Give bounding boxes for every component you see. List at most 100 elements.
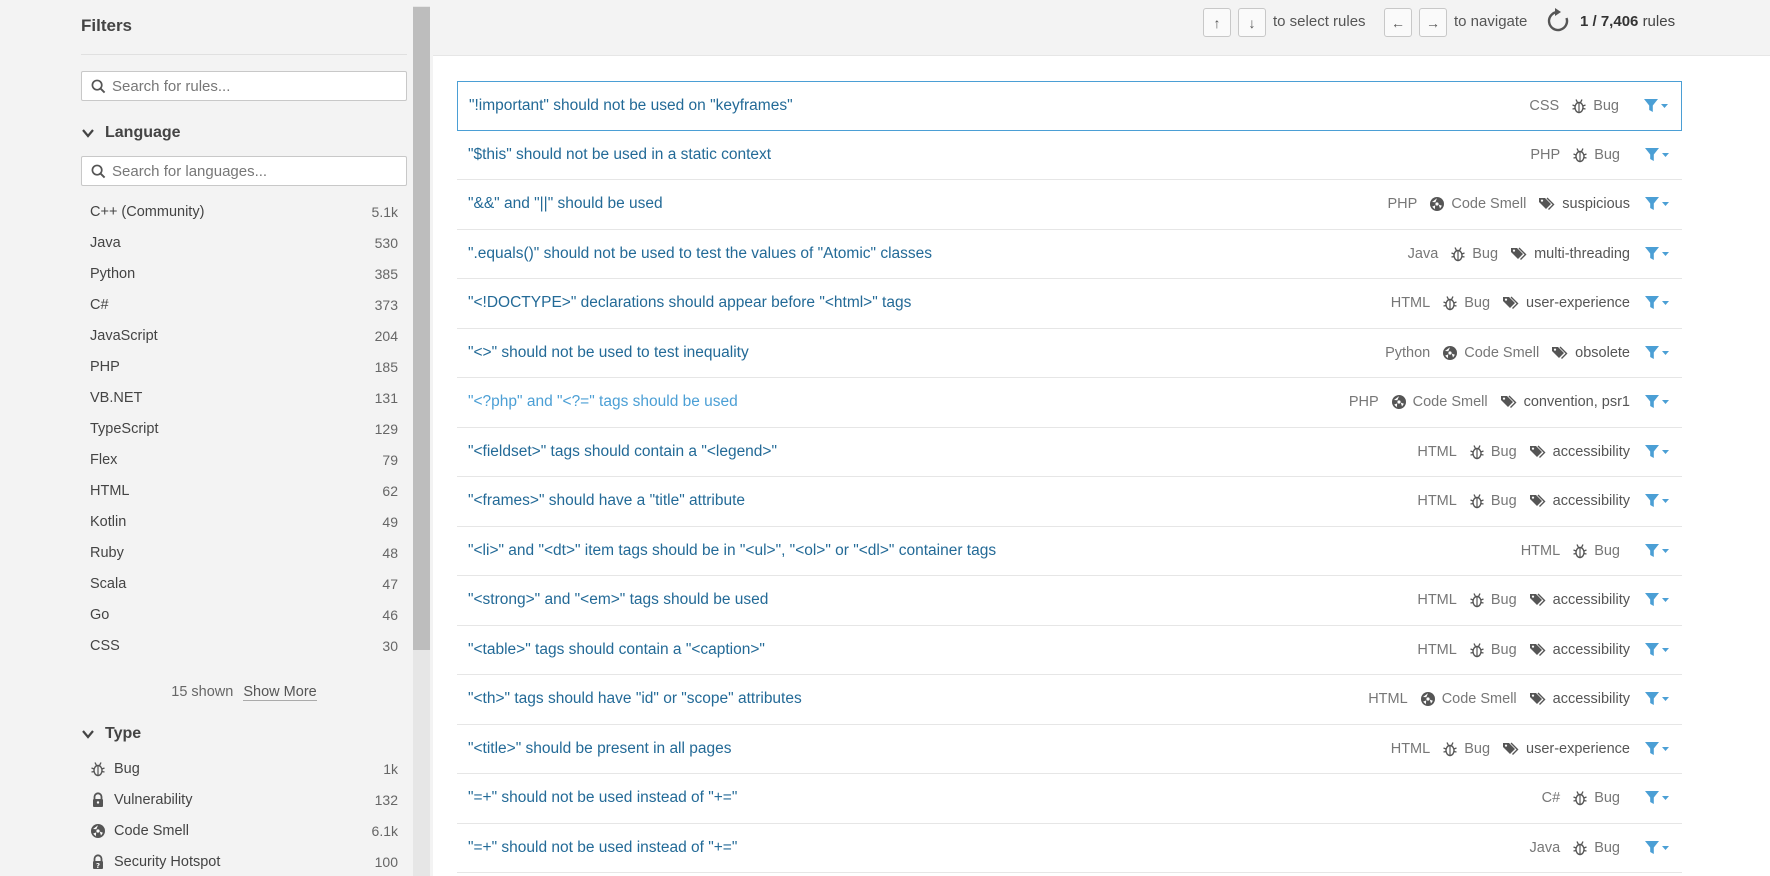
type-facet-item[interactable]: Vulnerability 132: [81, 784, 407, 815]
rule-row[interactable]: "<>" should not be used to test inequali…: [457, 328, 1682, 378]
language-facet-item[interactable]: Ruby 48: [81, 537, 407, 568]
similar-rules-filter-button[interactable]: [1644, 444, 1670, 460]
similar-rules-filter-button[interactable]: [1643, 98, 1669, 114]
rule-title-link[interactable]: "&&" and "||" should be used: [468, 195, 1388, 213]
rule-row[interactable]: "!important" should not be used on "keyf…: [457, 81, 1682, 131]
rule-title-link[interactable]: ".equals()" should not be used to test t…: [468, 245, 1408, 263]
rule-row[interactable]: "$this" should not be used in a static c…: [457, 130, 1682, 180]
facet-item-label-wrap: Vulnerability: [90, 792, 375, 808]
similar-rules-filter-button[interactable]: [1644, 840, 1670, 856]
language-search-input[interactable]: [112, 161, 397, 181]
similar-rules-filter-button[interactable]: [1644, 394, 1670, 410]
language-facet-item[interactable]: C# 373: [81, 289, 407, 320]
rule-tags[interactable]: multi-threading: [1510, 246, 1630, 262]
rule-tags[interactable]: user-experience: [1502, 741, 1630, 757]
rule-row[interactable]: "<table>" tags should contain a "<captio…: [457, 625, 1682, 675]
language-facet-item[interactable]: CSS 30: [81, 630, 407, 661]
right-key-button[interactable]: →: [1419, 8, 1447, 37]
rule-row[interactable]: "=+" should not be used instead of "+=" J…: [457, 823, 1682, 873]
rule-tags[interactable]: user-experience: [1502, 295, 1630, 311]
language-facet-item[interactable]: TypeScript 129: [81, 413, 407, 444]
language-facet-item[interactable]: VB.NET 131: [81, 382, 407, 413]
rule-meta: PHP Code Smell suspicious: [1388, 196, 1670, 212]
rule-title-link[interactable]: "<li>" and "<dt>" item tags should be in…: [468, 542, 1521, 560]
rule-tags[interactable]: suspicious: [1538, 196, 1630, 212]
similar-rules-filter-button[interactable]: [1644, 493, 1670, 509]
rule-title-link[interactable]: "<frames>" should have a "title" attribu…: [468, 492, 1417, 510]
rule-tags[interactable]: accessibility: [1529, 493, 1630, 509]
rule-tags[interactable]: accessibility: [1529, 642, 1630, 658]
rule-title-link[interactable]: "=+" should not be used instead of "+=": [468, 839, 1530, 857]
reload-icon[interactable]: [1545, 7, 1571, 35]
left-key-button[interactable]: ←: [1384, 8, 1412, 37]
rule-row[interactable]: "<fieldset>" tags should contain a "<leg…: [457, 427, 1682, 477]
type-facet-item[interactable]: Bug 1k: [81, 753, 407, 784]
similar-rules-filter-button[interactable]: [1644, 147, 1670, 163]
rule-row[interactable]: "<title>" should be present in all pages…: [457, 724, 1682, 774]
language-facet-item[interactable]: HTML 62: [81, 475, 407, 506]
language-facet-item[interactable]: C++ (Community) 5.1k: [81, 196, 407, 227]
facet-item-count: 185: [374, 358, 398, 375]
similar-rules-filter-button[interactable]: [1644, 790, 1670, 806]
rule-meta: HTML Bug: [1521, 543, 1670, 559]
facet-item-count: 47: [382, 575, 398, 592]
rule-row[interactable]: "<!DOCTYPE>" declarations should appear …: [457, 279, 1682, 329]
rule-type: Code Smell: [1441, 691, 1517, 708]
similar-rules-filter-button[interactable]: [1644, 642, 1670, 658]
rule-title-link[interactable]: "<strong>" and "<em>" tags should be use…: [468, 591, 1417, 609]
rule-tags[interactable]: accessibility: [1529, 592, 1630, 608]
rule-row[interactable]: "<?php" and "<?=" tags should be used PHP…: [457, 378, 1682, 428]
rule-tags-text: user-experience: [1526, 740, 1630, 757]
similar-rules-filter-button[interactable]: [1644, 592, 1670, 608]
rule-tags[interactable]: obsolete: [1551, 345, 1630, 361]
language-facet-header[interactable]: Language: [81, 121, 181, 145]
rule-row[interactable]: "<li>" and "<dt>" item tags should be in…: [457, 526, 1682, 576]
rule-tags[interactable]: accessibility: [1529, 691, 1630, 707]
chevron-down-icon: [82, 129, 94, 138]
language-facet-item[interactable]: Flex 79: [81, 444, 407, 475]
similar-rules-filter-button[interactable]: [1644, 345, 1670, 361]
similar-rules-filter-button[interactable]: [1644, 741, 1670, 757]
up-key-button[interactable]: ↑: [1203, 8, 1231, 37]
similar-rules-filter-button[interactable]: [1644, 543, 1670, 559]
language-facet-item[interactable]: Java 530: [81, 227, 407, 258]
rule-language: PHP: [1387, 196, 1418, 213]
rule-title-link[interactable]: "=+" should not be used instead of "+=": [468, 789, 1542, 807]
similar-rules-filter-button[interactable]: [1644, 246, 1670, 262]
language-facet-item[interactable]: PHP 185: [81, 351, 407, 382]
language-facet-item[interactable]: Scala 47: [81, 568, 407, 599]
rule-row[interactable]: "<frames>" should have a "title" attribu…: [457, 477, 1682, 527]
show-more-link[interactable]: Show More: [243, 684, 317, 701]
language-facet-item[interactable]: Go 46: [81, 599, 407, 630]
sidebar-scrollbar-thumb[interactable]: [413, 7, 430, 650]
rule-row[interactable]: ".equals()" should not be used to test t…: [457, 229, 1682, 279]
type-facet-header[interactable]: Type: [81, 722, 141, 746]
rule-title-link[interactable]: "<!DOCTYPE>" declarations should appear …: [468, 294, 1391, 312]
rule-title-link[interactable]: "<>" should not be used to test inequali…: [468, 344, 1385, 362]
similar-rules-filter-button[interactable]: [1644, 691, 1670, 707]
rule-title-link[interactable]: "<title>" should be present in all pages: [468, 740, 1391, 758]
rule-row[interactable]: "<strong>" and "<em>" tags should be use…: [457, 576, 1682, 626]
rule-meta: HTML Bug accessibility: [1417, 444, 1670, 460]
language-facet-item[interactable]: Kotlin 49: [81, 506, 407, 537]
rule-title-link[interactable]: "$this" should not be used in a static c…: [468, 146, 1530, 164]
type-facet-item[interactable]: Code Smell 6.1k: [81, 815, 407, 846]
rule-title-link[interactable]: "!important" should not be used on "keyf…: [469, 97, 1529, 115]
rule-row[interactable]: "<th>" tags should have "id" or "scope" …: [457, 675, 1682, 725]
rule-search-input[interactable]: [112, 76, 397, 96]
rule-tags[interactable]: accessibility: [1529, 444, 1630, 460]
rule-row[interactable]: "&&" and "||" should be used PHP Code Smel…: [457, 180, 1682, 230]
language-facet-item[interactable]: JavaScript 204: [81, 320, 407, 351]
facet-item-label: C#: [90, 296, 109, 313]
rule-title-link[interactable]: "<th>" tags should have "id" or "scope" …: [468, 690, 1368, 708]
rule-title-link[interactable]: "<table>" tags should contain a "<captio…: [468, 641, 1417, 659]
down-key-button[interactable]: ↓: [1238, 8, 1266, 37]
rule-title-link[interactable]: "<fieldset>" tags should contain a "<leg…: [468, 443, 1417, 461]
type-facet-item[interactable]: ? Security Hotspot 100: [81, 846, 407, 876]
language-facet-item[interactable]: Python 385: [81, 258, 407, 289]
rule-title-link[interactable]: "<?php" and "<?=" tags should be used: [468, 393, 1349, 411]
rule-tags[interactable]: convention, psr1: [1500, 394, 1630, 410]
rule-row[interactable]: "=+" should not be used instead of "+=" C…: [457, 774, 1682, 824]
similar-rules-filter-button[interactable]: [1644, 196, 1670, 212]
similar-rules-filter-button[interactable]: [1644, 295, 1670, 311]
